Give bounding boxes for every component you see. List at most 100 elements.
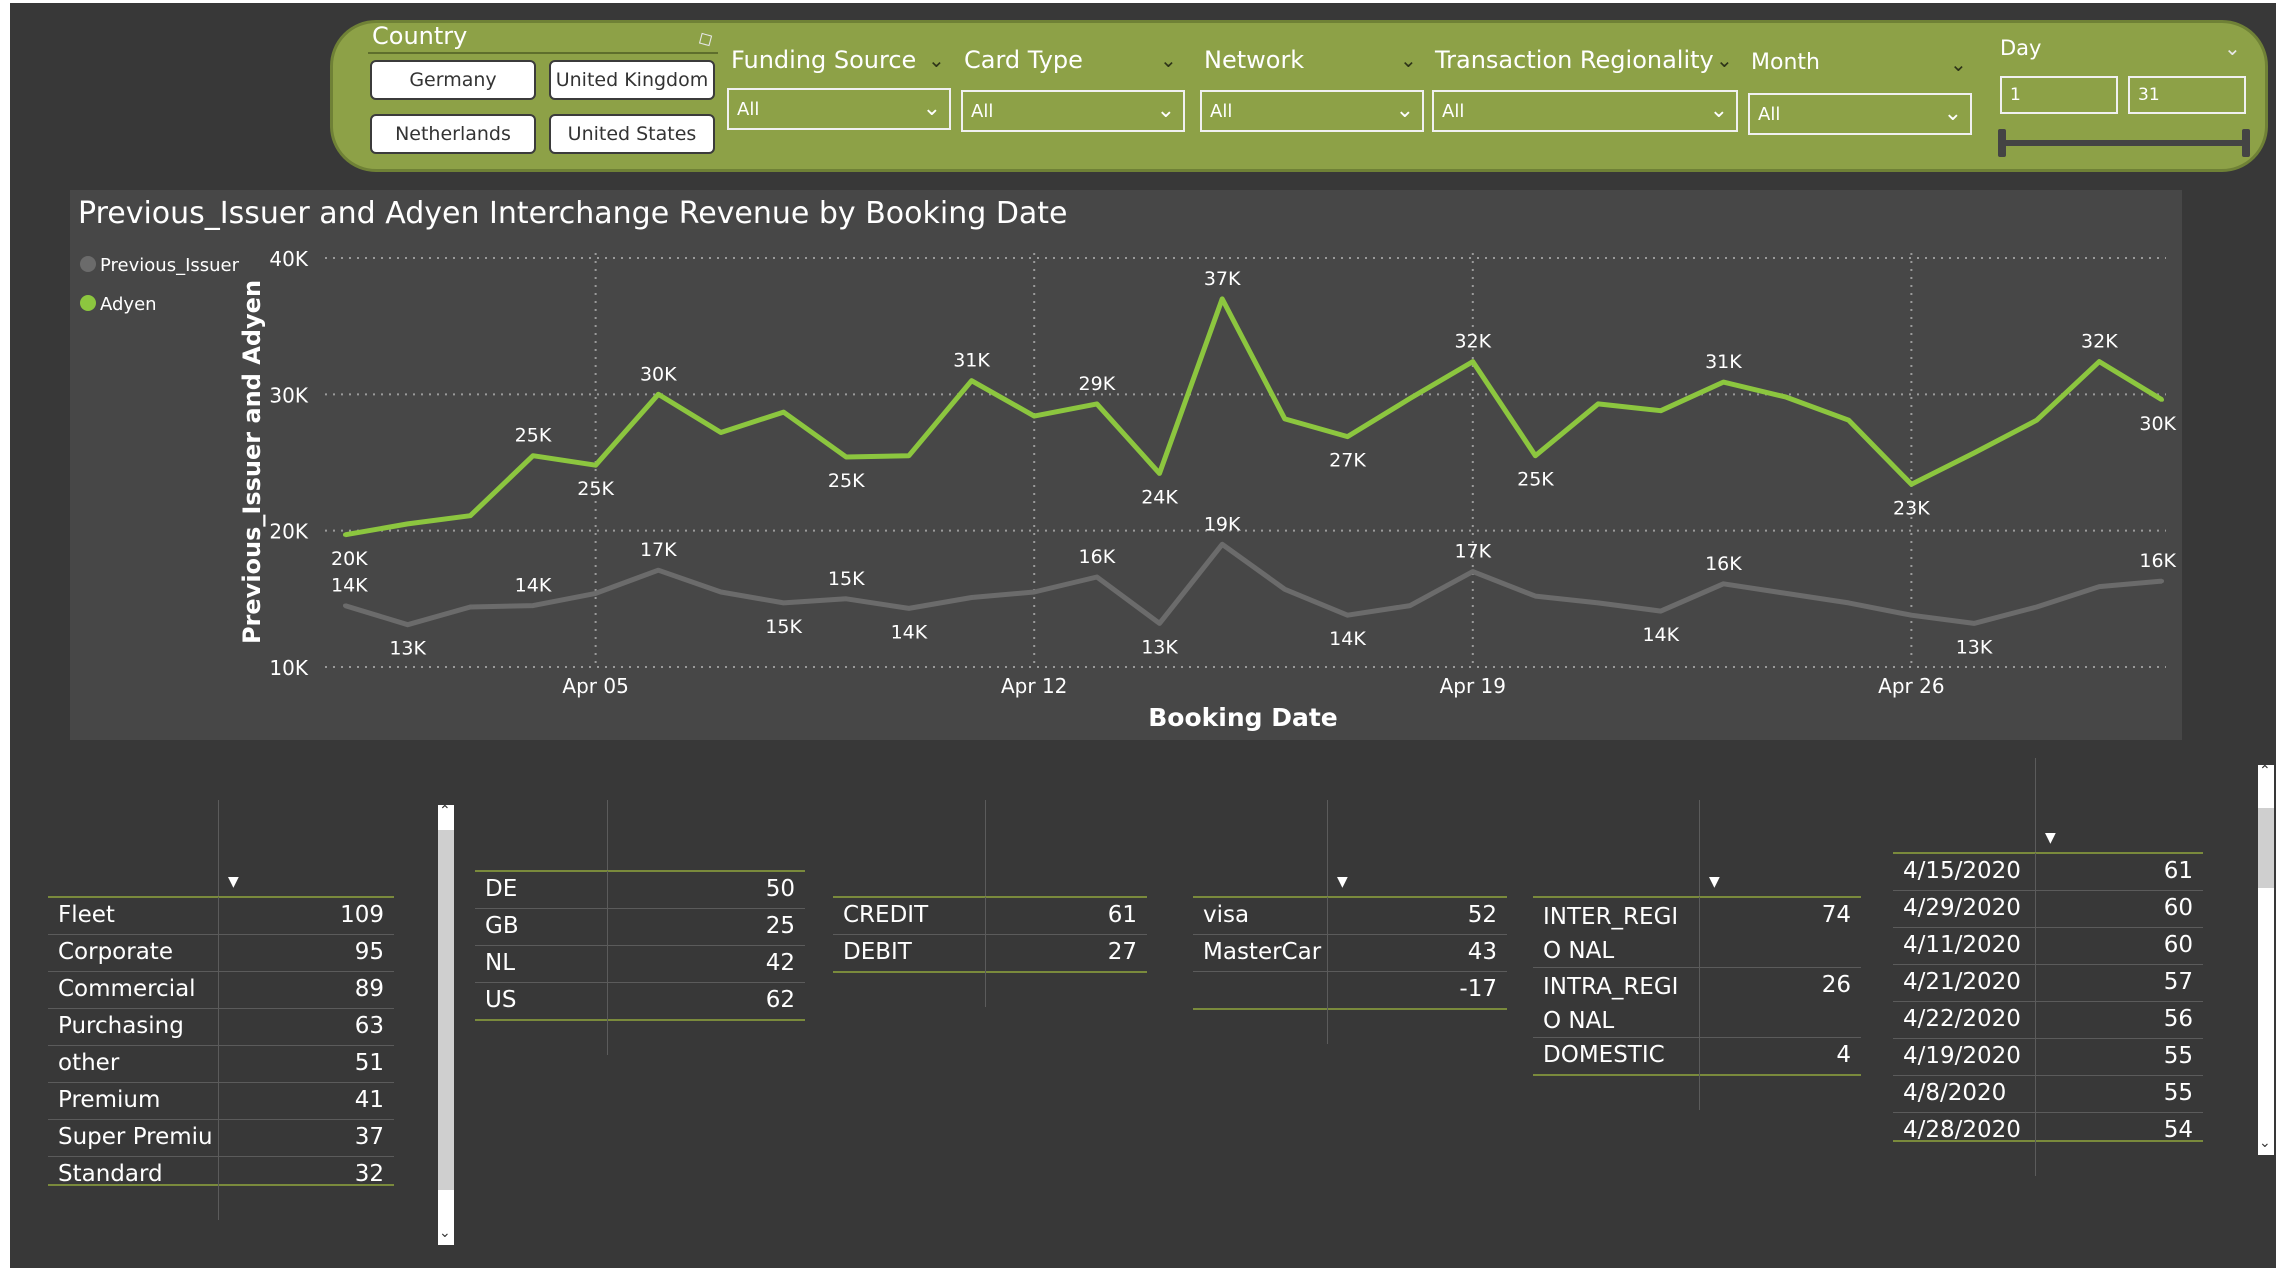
data-label: 14K bbox=[891, 621, 928, 643]
table-header-funding-source-col1[interactable] bbox=[833, 800, 985, 896]
sort-descending-icon[interactable]: ▼ bbox=[1337, 874, 1348, 890]
data-point-adyen bbox=[343, 532, 347, 537]
table-cell-label: 4/19/2020 bbox=[1903, 1043, 2021, 1069]
table-header-country-code-col2[interactable] bbox=[607, 800, 805, 856]
table-row[interactable]: 4/29/2020 60 bbox=[1893, 890, 2203, 927]
table-row[interactable]: Fleet 109 bbox=[48, 897, 394, 934]
data-point-adyen bbox=[1972, 450, 1977, 455]
data-label: 14K bbox=[1642, 624, 1679, 646]
table-row[interactable]: other 51 bbox=[48, 1045, 394, 1082]
table-row[interactable]: 4/21/2020 57 bbox=[1893, 964, 2203, 1001]
data-label: 25K bbox=[577, 478, 614, 500]
data-point-adyen bbox=[593, 463, 598, 468]
table-row[interactable]: 4/11/2020 60 bbox=[1893, 927, 2203, 964]
table-row[interactable]: INTER_REGIO NAL 74 bbox=[1533, 897, 1861, 967]
table-row[interactable]: Premium 41 bbox=[48, 1082, 394, 1119]
data-point-adyen bbox=[530, 453, 535, 458]
table-row[interactable]: Purchasing 63 bbox=[48, 1008, 394, 1045]
table-row[interactable]: 4/22/2020 56 bbox=[1893, 1001, 2203, 1038]
table-column-divider bbox=[607, 1019, 608, 1055]
data-label: 14K bbox=[1329, 628, 1366, 650]
table-header-regionality-col1[interactable] bbox=[1533, 800, 1699, 896]
table-header-network-col2[interactable] bbox=[1327, 800, 1507, 882]
sort-descending-icon[interactable]: ▼ bbox=[228, 874, 239, 890]
data-point-adyen bbox=[1220, 296, 1225, 301]
table-row[interactable]: visa 52 bbox=[1193, 897, 1507, 934]
table-column-divider bbox=[607, 982, 608, 1019]
table-column-divider bbox=[218, 800, 219, 896]
data-label: 16K bbox=[1079, 546, 1116, 568]
table-row[interactable]: GB 25 bbox=[475, 908, 805, 945]
data-point-previous_issuer bbox=[906, 606, 911, 611]
table-cell-label: Premium bbox=[58, 1087, 161, 1113]
data-label: 15K bbox=[765, 616, 802, 638]
table-row[interactable]: Commercial 89 bbox=[48, 971, 394, 1008]
table-cell-label: Fleet bbox=[58, 902, 115, 928]
table-header-booking-date-col1[interactable] bbox=[1893, 758, 2035, 852]
data-point-adyen bbox=[1157, 471, 1162, 476]
table-header-network-col1[interactable] bbox=[1193, 800, 1327, 896]
scroll-up-icon[interactable]: ⌃ bbox=[439, 803, 451, 819]
table-row[interactable]: 4/19/2020 55 bbox=[1893, 1038, 2203, 1075]
scroll-down-icon[interactable]: ⌄ bbox=[439, 1225, 451, 1241]
table-cell-label: NL bbox=[485, 950, 516, 976]
table-scrollbar-thumb[interactable] bbox=[2258, 808, 2274, 888]
chart-legend[interactable]: Previous_Issuer Adyen bbox=[80, 255, 240, 315]
data-point-adyen bbox=[2034, 418, 2039, 423]
table-row[interactable]: DE 50 bbox=[475, 871, 805, 908]
data-point-previous_issuer bbox=[1032, 590, 1037, 595]
table-column-divider bbox=[607, 800, 608, 870]
table-row[interactable]: DOMESTIC 4 bbox=[1533, 1037, 1861, 1074]
table-row[interactable]: 4/8/2020 55 bbox=[1893, 1075, 2203, 1112]
data-point-previous_issuer bbox=[1408, 603, 1413, 608]
table-row[interactable]: NL 42 bbox=[475, 945, 805, 982]
data-label: 29K bbox=[1079, 373, 1116, 395]
data-point-previous_issuer bbox=[1909, 613, 1914, 618]
table-cell-value: 4 bbox=[1836, 1042, 1851, 1068]
table-cell-value: 51 bbox=[354, 1050, 384, 1076]
table-total-divider bbox=[833, 971, 1147, 973]
table-row[interactable]: US 62 bbox=[475, 982, 805, 1019]
data-label: 37K bbox=[1204, 268, 1241, 290]
data-point-adyen bbox=[1032, 414, 1037, 419]
table-cell-label: GB bbox=[485, 913, 519, 939]
data-point-adyen bbox=[656, 392, 661, 397]
table-header-card-type-col1[interactable] bbox=[48, 800, 218, 896]
scroll-up-icon[interactable]: ⌃ bbox=[2259, 763, 2271, 779]
sort-descending-icon[interactable]: ▼ bbox=[1709, 874, 1720, 890]
table-cell-value: 37 bbox=[354, 1124, 384, 1150]
data-label: 31K bbox=[1705, 351, 1742, 373]
table-column-divider bbox=[2035, 1075, 2036, 1112]
table-header-booking-date-col2[interactable] bbox=[2035, 758, 2203, 838]
chart-data-labels: 14K 13K 14K 17K 15K 15K 14K 16K 13K 19K 14K 17K 14K 1… bbox=[331, 268, 2177, 660]
table-header-country-code-col1[interactable] bbox=[475, 800, 607, 870]
table-row[interactable]: INTRA_REGIO NAL 26 bbox=[1533, 967, 1861, 1037]
table-row[interactable]: Corporate 95 bbox=[48, 934, 394, 971]
table-row[interactable]: Super Premium 37 bbox=[48, 1119, 394, 1156]
table-header-regionality-col2[interactable] bbox=[1699, 800, 1861, 882]
data-point-previous_issuer bbox=[844, 596, 849, 601]
table-row[interactable]: 4/15/2020 61 bbox=[1893, 853, 2203, 890]
table-row[interactable]: -17 bbox=[1193, 971, 1507, 1008]
table-scrollbar-thumb[interactable] bbox=[438, 830, 454, 1190]
table-total-divider bbox=[1893, 1140, 2203, 1142]
data-point-previous_issuer bbox=[1721, 581, 1726, 586]
data-point-previous_issuer bbox=[468, 605, 473, 610]
table-cell-label: Purchasing bbox=[58, 1013, 184, 1039]
table-cell-value: 63 bbox=[354, 1013, 384, 1039]
table-row[interactable]: CREDIT 61 bbox=[833, 897, 1147, 934]
table-cell-value: 60 bbox=[2163, 895, 2193, 921]
table-cell-value: 25 bbox=[765, 913, 795, 939]
scroll-down-icon[interactable]: ⌄ bbox=[2259, 1135, 2271, 1151]
table-row[interactable]: 4/28/2020 54 bbox=[1893, 1112, 2203, 1140]
table-total-divider bbox=[1533, 1074, 1861, 1076]
data-point-previous_issuer bbox=[1533, 594, 1538, 599]
table-header-funding-source-col2[interactable] bbox=[985, 800, 1147, 882]
table-header-card-type-col2[interactable] bbox=[218, 800, 394, 882]
data-label: 23K bbox=[1893, 497, 1930, 519]
table-row[interactable]: Standard 32 bbox=[48, 1156, 394, 1184]
sort-descending-icon[interactable]: ▼ bbox=[2045, 830, 2056, 846]
table-row[interactable]: MasterCard 43 bbox=[1193, 934, 1507, 971]
table-cell-value: 89 bbox=[354, 976, 384, 1002]
table-row[interactable]: DEBIT 27 bbox=[833, 934, 1147, 971]
